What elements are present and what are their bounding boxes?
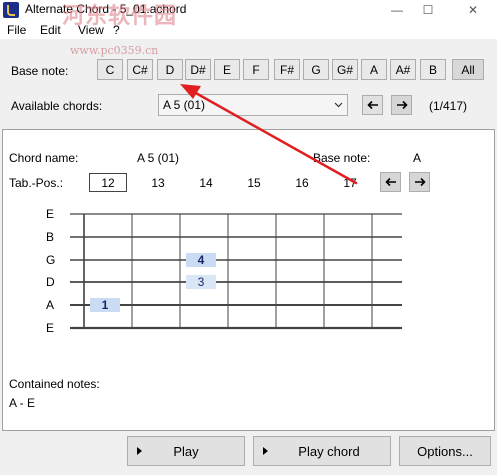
finger-marker[interactable]: 3: [186, 275, 216, 289]
finger-marker[interactable]: 4: [186, 253, 216, 267]
next-chord-button[interactable]: [391, 95, 412, 115]
watermark-url: www.pc0359.cn: [70, 44, 159, 57]
finger-marker[interactable]: 1: [90, 298, 120, 312]
string-label: D: [46, 275, 55, 289]
arrow-right-icon: [414, 177, 426, 187]
window-title: Alternate Chord - 5_01.achord: [25, 2, 187, 16]
tab-position-selected[interactable]: 12: [89, 173, 127, 192]
previous-position-button[interactable]: [380, 172, 401, 192]
base-note-button[interactable]: A#: [390, 59, 416, 80]
options-button[interactable]: Options...: [399, 436, 491, 466]
chord-counter: (1/417): [429, 99, 468, 113]
string-label: E: [46, 321, 55, 335]
app-icon: [3, 2, 19, 18]
previous-chord-button[interactable]: [362, 95, 383, 115]
menu-help[interactable]: ?: [113, 23, 120, 37]
available-chords-label: Available chords:: [11, 99, 103, 113]
tab-position: 15: [247, 176, 261, 190]
base-note-button[interactable]: G#: [332, 59, 358, 80]
base-note-button[interactable]: A: [361, 59, 387, 80]
tab-position: 14: [199, 176, 213, 190]
contained-notes-label: Contained notes:: [9, 377, 100, 391]
chord-select[interactable]: A 5 (01): [158, 94, 348, 116]
arrow-left-icon: [366, 100, 378, 110]
detail-base-note-value: A: [413, 151, 422, 165]
menu-view[interactable]: View: [78, 23, 104, 37]
base-note-all-button[interactable]: All: [452, 59, 484, 80]
base-note-button[interactable]: G: [303, 59, 329, 80]
detail-base-note-label: Base note:: [313, 151, 371, 165]
string-label: E: [46, 207, 55, 221]
menu-bar: File Edit View ?: [0, 20, 497, 39]
arrow-left-icon: [384, 177, 396, 187]
tab-position: 16: [295, 176, 309, 190]
tab-position: 17: [343, 176, 357, 190]
menu-file[interactable]: File: [7, 23, 26, 37]
chord-name-value: A 5 (01): [137, 151, 180, 165]
base-note-label: Base note:: [11, 64, 69, 78]
chevron-down-icon: [334, 102, 343, 108]
minimize-button[interactable]: —: [382, 0, 412, 20]
string-label: A: [46, 298, 55, 312]
chord-select-value: A 5 (01): [163, 98, 206, 112]
base-note-button[interactable]: C#: [127, 59, 153, 80]
next-position-button[interactable]: [409, 172, 430, 192]
base-note-button[interactable]: E: [214, 59, 240, 80]
chord-name-label: Chord name:: [9, 151, 79, 165]
tab-pos-label: Tab.-Pos.:: [9, 176, 64, 190]
base-note-button[interactable]: B: [420, 59, 446, 80]
menu-edit[interactable]: Edit: [40, 23, 61, 37]
title-bar: Alternate Chord - 5_01.achord — ☐ ✕: [0, 0, 497, 20]
base-note-button[interactable]: D#: [185, 59, 211, 80]
tab-position: 13: [151, 176, 165, 190]
play-button[interactable]: Play: [127, 436, 245, 466]
close-button[interactable]: ✕: [458, 0, 488, 20]
base-note-button[interactable]: C: [97, 59, 123, 80]
contained-notes-value: A - E: [9, 396, 36, 410]
play-icon: [137, 447, 142, 455]
base-note-button[interactable]: F: [243, 59, 269, 80]
arrow-right-icon: [396, 100, 408, 110]
maximize-button[interactable]: ☐: [413, 0, 443, 20]
play-icon: [263, 447, 268, 455]
base-note-button[interactable]: D: [157, 59, 183, 80]
base-note-button[interactable]: F#: [274, 59, 300, 80]
play-chord-button[interactable]: Play chord: [253, 436, 391, 466]
string-label: G: [46, 253, 56, 267]
string-label: B: [46, 230, 55, 244]
